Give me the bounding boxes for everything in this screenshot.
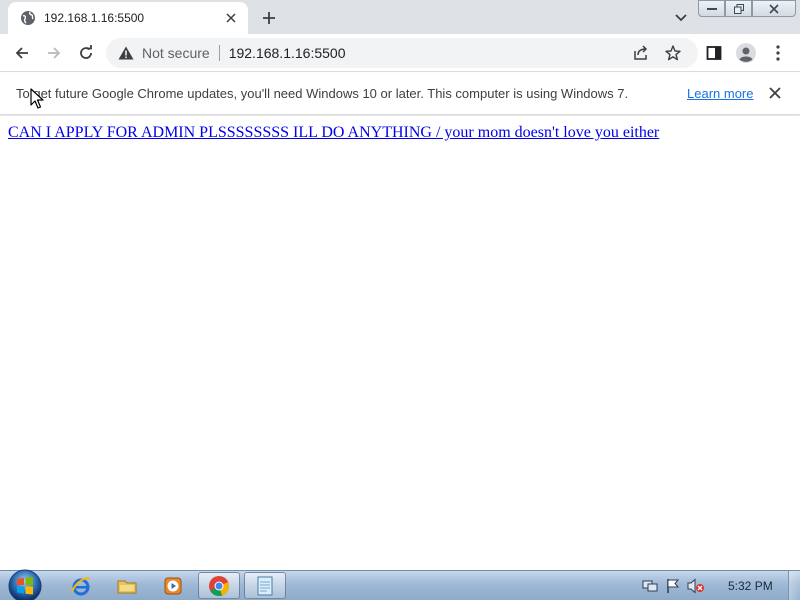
page-content: CAN I APPLY FOR ADMIN PLSSSSSSSS ILL DO … xyxy=(0,116,800,570)
profile-icon[interactable] xyxy=(732,39,760,67)
plus-icon[interactable] xyxy=(258,7,280,29)
tab-title: 192.168.1.16:5500 xyxy=(44,11,145,25)
volume-muted-icon[interactable] xyxy=(686,576,706,596)
action-center-flag-icon[interactable] xyxy=(663,576,683,596)
address-bar[interactable]: Not secure 192.168.1.16:5500 xyxy=(106,38,698,68)
url-text[interactable]: 192.168.1.16:5500 xyxy=(229,45,346,61)
internet-explorer-icon[interactable] xyxy=(60,572,102,599)
browser-toolbar: Not secure 192.168.1.16:5500 xyxy=(0,34,800,72)
taskbar: 5:32 PM xyxy=(0,569,800,600)
learn-more-link[interactable]: Learn more xyxy=(687,86,753,101)
share-icon[interactable] xyxy=(628,38,654,68)
notepad-icon[interactable] xyxy=(244,572,286,599)
tab-strip: 192.168.1.16:5500 xyxy=(0,0,800,34)
chrome-icon[interactable] xyxy=(198,572,240,599)
restore-icon[interactable] xyxy=(725,0,752,17)
menu-icon[interactable] xyxy=(764,39,792,67)
side-panel-icon[interactable] xyxy=(700,39,728,67)
forward-arrow-icon[interactable] xyxy=(40,39,68,67)
back-arrow-icon[interactable] xyxy=(8,39,36,67)
page-link[interactable]: CAN I APPLY FOR ADMIN PLSSSSSSSS ILL DO … xyxy=(8,124,659,142)
globe-icon xyxy=(20,10,36,26)
network-icon[interactable] xyxy=(640,576,660,596)
system-tray xyxy=(640,571,709,600)
start-button[interactable] xyxy=(6,569,44,600)
screen: 192.168.1.16:5500 Not secure 192.168.1.1… xyxy=(0,0,800,600)
close-icon[interactable] xyxy=(222,9,240,27)
omnibox-divider xyxy=(218,45,220,61)
file-explorer-icon[interactable] xyxy=(106,572,148,599)
browser-tab[interactable]: 192.168.1.16:5500 xyxy=(8,2,248,34)
mouse-cursor-icon xyxy=(30,88,44,110)
window-close-icon[interactable] xyxy=(752,0,796,17)
reload-icon[interactable] xyxy=(72,39,100,67)
minimize-icon[interactable] xyxy=(698,0,725,17)
star-icon[interactable] xyxy=(660,38,686,68)
security-status[interactable]: Not secure xyxy=(142,45,210,61)
infobar-message: To get future Google Chrome updates, you… xyxy=(16,86,629,101)
taskbar-clock[interactable]: 5:32 PM xyxy=(728,579,773,593)
infobar-close-icon[interactable] xyxy=(766,84,784,102)
chevron-down-icon[interactable] xyxy=(670,8,692,28)
window-controls xyxy=(698,0,796,18)
media-player-icon[interactable] xyxy=(152,572,194,599)
warning-icon[interactable] xyxy=(118,45,134,61)
show-desktop-button[interactable] xyxy=(788,571,800,600)
update-infobar: To get future Google Chrome updates, you… xyxy=(0,73,800,115)
